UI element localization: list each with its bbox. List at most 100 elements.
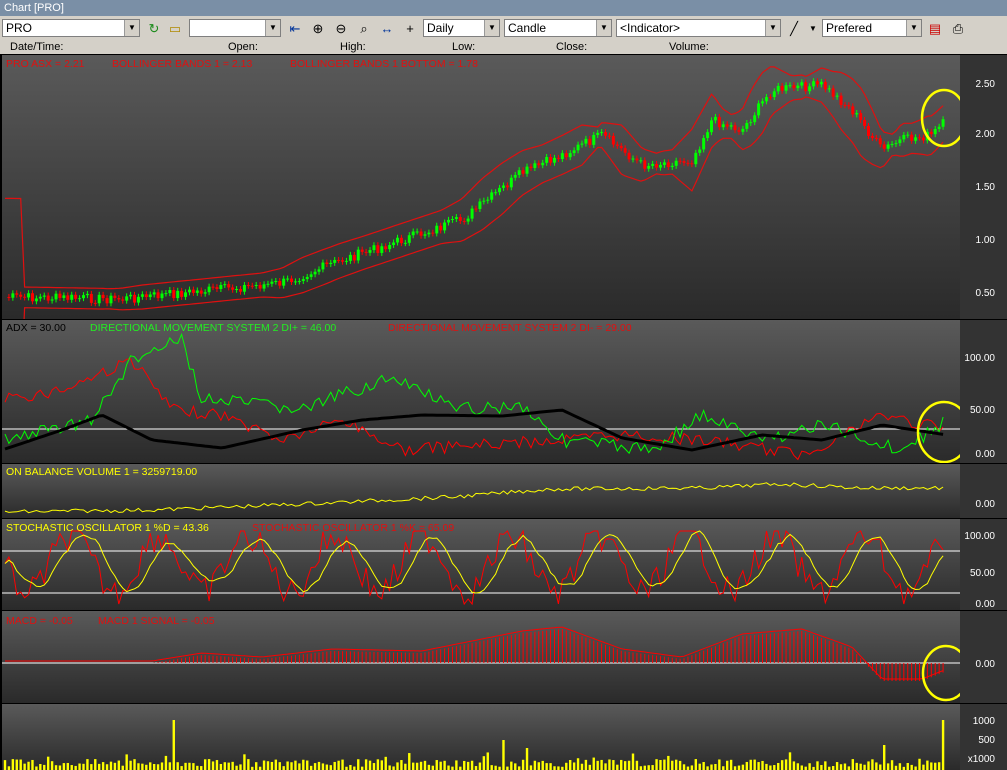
candle-body (23, 296, 27, 298)
chevron-down-icon[interactable]: ▼ (484, 20, 499, 36)
volume-bar (466, 761, 470, 770)
volume-bar (639, 766, 643, 770)
candle-body (180, 290, 184, 297)
volume-bar (863, 764, 866, 770)
volume-panel[interactable] (2, 704, 960, 770)
line-tool-icon[interactable]: ╱ (785, 20, 803, 37)
candle-body (874, 137, 878, 139)
volume-bar (686, 766, 690, 770)
candle-body (549, 156, 553, 163)
volume-bar (43, 764, 46, 770)
volume-bar (733, 766, 737, 770)
volume-bar (777, 762, 780, 770)
volume-bar (663, 759, 666, 770)
volume-bar (152, 763, 156, 770)
volume-bar (576, 758, 580, 770)
price-axis: 2.50 2.00 1.50 1.00 0.50 (960, 55, 1007, 319)
candle-body (490, 192, 494, 200)
candle-body (855, 113, 859, 115)
volume-bar (875, 762, 878, 770)
volume-bar (3, 760, 7, 770)
candle-body (478, 201, 482, 209)
left-end-icon[interactable]: ⇤ (286, 20, 304, 37)
dms-tick: 100.00 (964, 353, 995, 364)
volume-bar (490, 765, 493, 770)
zoom-in-icon[interactable]: ⊕ (309, 20, 327, 37)
candle-body (266, 283, 270, 285)
chevron-down-icon[interactable]: ▼ (596, 20, 611, 36)
volume-bar (341, 759, 344, 770)
candle-body (419, 231, 423, 236)
volume-bar (105, 764, 109, 770)
folder-icon[interactable]: ▭ (166, 20, 184, 37)
candle-body (494, 192, 498, 194)
volume-bar (698, 763, 701, 770)
save-icon[interactable]: ▤ (926, 20, 944, 37)
volume-bar (690, 765, 694, 770)
print-icon[interactable]: ⎙ (949, 20, 967, 37)
indicator-select[interactable]: <Indicator> ▼ (616, 19, 781, 37)
blank-select[interactable]: ▼ (189, 19, 281, 37)
volume-bar (192, 763, 195, 770)
candle-body (910, 134, 914, 141)
volume-bar (596, 760, 599, 770)
candle-body (191, 289, 195, 293)
volume-bar (353, 766, 356, 770)
candle-body (105, 298, 109, 304)
candle-body (38, 296, 42, 299)
candle-body (607, 135, 611, 137)
candle-body (129, 294, 133, 297)
volume-bar (737, 765, 741, 770)
candle-body (525, 166, 529, 174)
volume-bar (278, 762, 281, 770)
stretch-icon[interactable]: ↔ (378, 20, 396, 37)
chevron-down-icon[interactable]: ▼ (906, 20, 921, 36)
chevron-down-icon[interactable]: ▼ (265, 20, 280, 36)
volume-bar (941, 720, 945, 770)
chevron-down-icon[interactable]: ▼ (804, 20, 822, 37)
volume-bar (541, 760, 544, 770)
price-panel[interactable]: PRO ASX = 2.21 BOLLINGER BANDS 1 = 2.13 … (2, 55, 960, 319)
volume-bar (926, 760, 929, 770)
chart-area[interactable]: PRO ASX = 2.21 BOLLINGER BANDS 1 = 2.13 … (0, 54, 1007, 770)
refresh-icon[interactable]: ↻ (145, 20, 163, 37)
chart-type-select[interactable]: Candle ▼ (504, 19, 612, 37)
chevron-down-icon[interactable]: ▼ (765, 20, 780, 36)
chevron-down-icon[interactable]: ▼ (124, 20, 139, 36)
volume-bar (773, 765, 776, 770)
stoch-panel[interactable]: STOCHASTIC OSCILLATOR 1 %D = 43.36 STOCH… (2, 519, 960, 610)
volume-bar (659, 759, 662, 770)
candle-body (133, 294, 137, 303)
volume-bar (431, 765, 435, 770)
candle-body (847, 105, 851, 107)
macd-axis: 0.00 (960, 611, 1007, 703)
volume-bar (388, 765, 391, 770)
candle-body (176, 290, 180, 299)
volume-bar (647, 765, 650, 770)
crosshair-icon[interactable]: + (401, 20, 419, 37)
volume-bar (910, 764, 913, 770)
candle-body (749, 122, 753, 124)
volume-bar (871, 759, 874, 770)
candle-body (651, 163, 655, 166)
volume-bar (745, 761, 749, 770)
volume-bar (510, 761, 513, 770)
volume-axis: 1000 500 x1000 (960, 704, 1007, 770)
style-select[interactable]: Prefered ▼ (822, 19, 922, 37)
style-value: Prefered (826, 21, 873, 35)
dms-panel[interactable]: ADX = 30.00 DIRECTIONAL MOVEMENT SYSTEM … (2, 320, 960, 463)
period-select[interactable]: Daily ▼ (423, 19, 500, 37)
candle-body (301, 279, 305, 282)
zoom-fit-icon[interactable]: ⌕ (355, 20, 373, 37)
candle-body (702, 138, 706, 150)
symbol-select[interactable]: PRO ▼ (2, 19, 140, 37)
volume-bar (133, 759, 136, 770)
low-label: Low: (452, 41, 476, 53)
candle-body (384, 246, 388, 250)
zoom-out-icon[interactable]: ⊖ (332, 20, 350, 37)
obv-panel[interactable]: ON BALANCE VOLUME 1 = 3259719.00 (2, 464, 960, 518)
macd-panel[interactable]: MACD = -0.05 MACD 1 SIGNAL = -0.05 (2, 611, 960, 703)
price-tick: 0.50 (975, 288, 995, 299)
volume-bar (125, 754, 128, 770)
volume-bar (392, 766, 395, 770)
